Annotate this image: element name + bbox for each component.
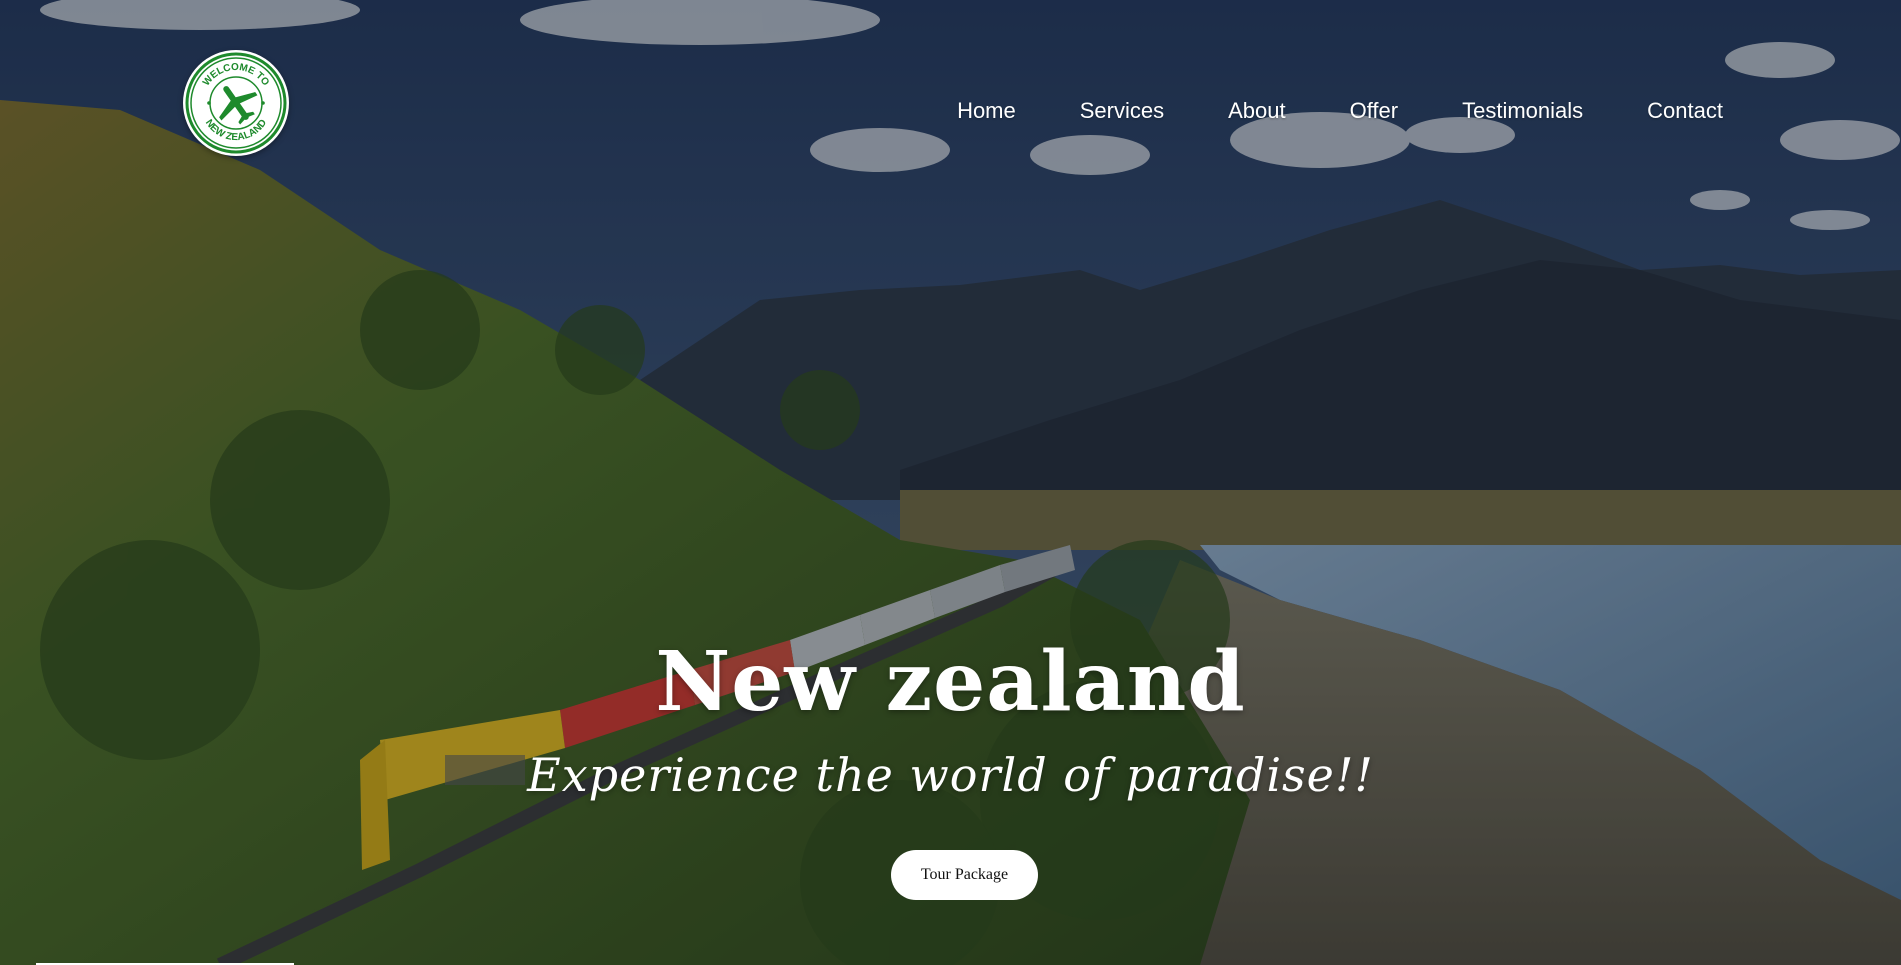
nav-item-offer[interactable]: Offer xyxy=(1350,98,1399,124)
hero-subtitle: Experience the world of paradise!! xyxy=(527,748,1374,802)
main-nav: Home Services About Offer Testimonials C… xyxy=(893,98,1723,124)
site-logo[interactable]: WELCOME TO NEW ZEALAND xyxy=(183,50,289,156)
nav-item-contact[interactable]: Contact xyxy=(1647,98,1723,124)
logo-badge: WELCOME TO NEW ZEALAND xyxy=(185,52,287,154)
tour-package-button[interactable]: Tour Package xyxy=(891,850,1038,900)
hero-section: WELCOME TO NEW ZEALAND Home Services Abo… xyxy=(0,0,1901,965)
nav-item-about[interactable]: About xyxy=(1228,98,1286,124)
hero-title: New zealand xyxy=(655,634,1246,730)
nav-item-services[interactable]: Services xyxy=(1080,98,1164,124)
nav-item-home[interactable]: Home xyxy=(957,98,1016,124)
nav-item-testimonials[interactable]: Testimonials xyxy=(1462,98,1583,124)
